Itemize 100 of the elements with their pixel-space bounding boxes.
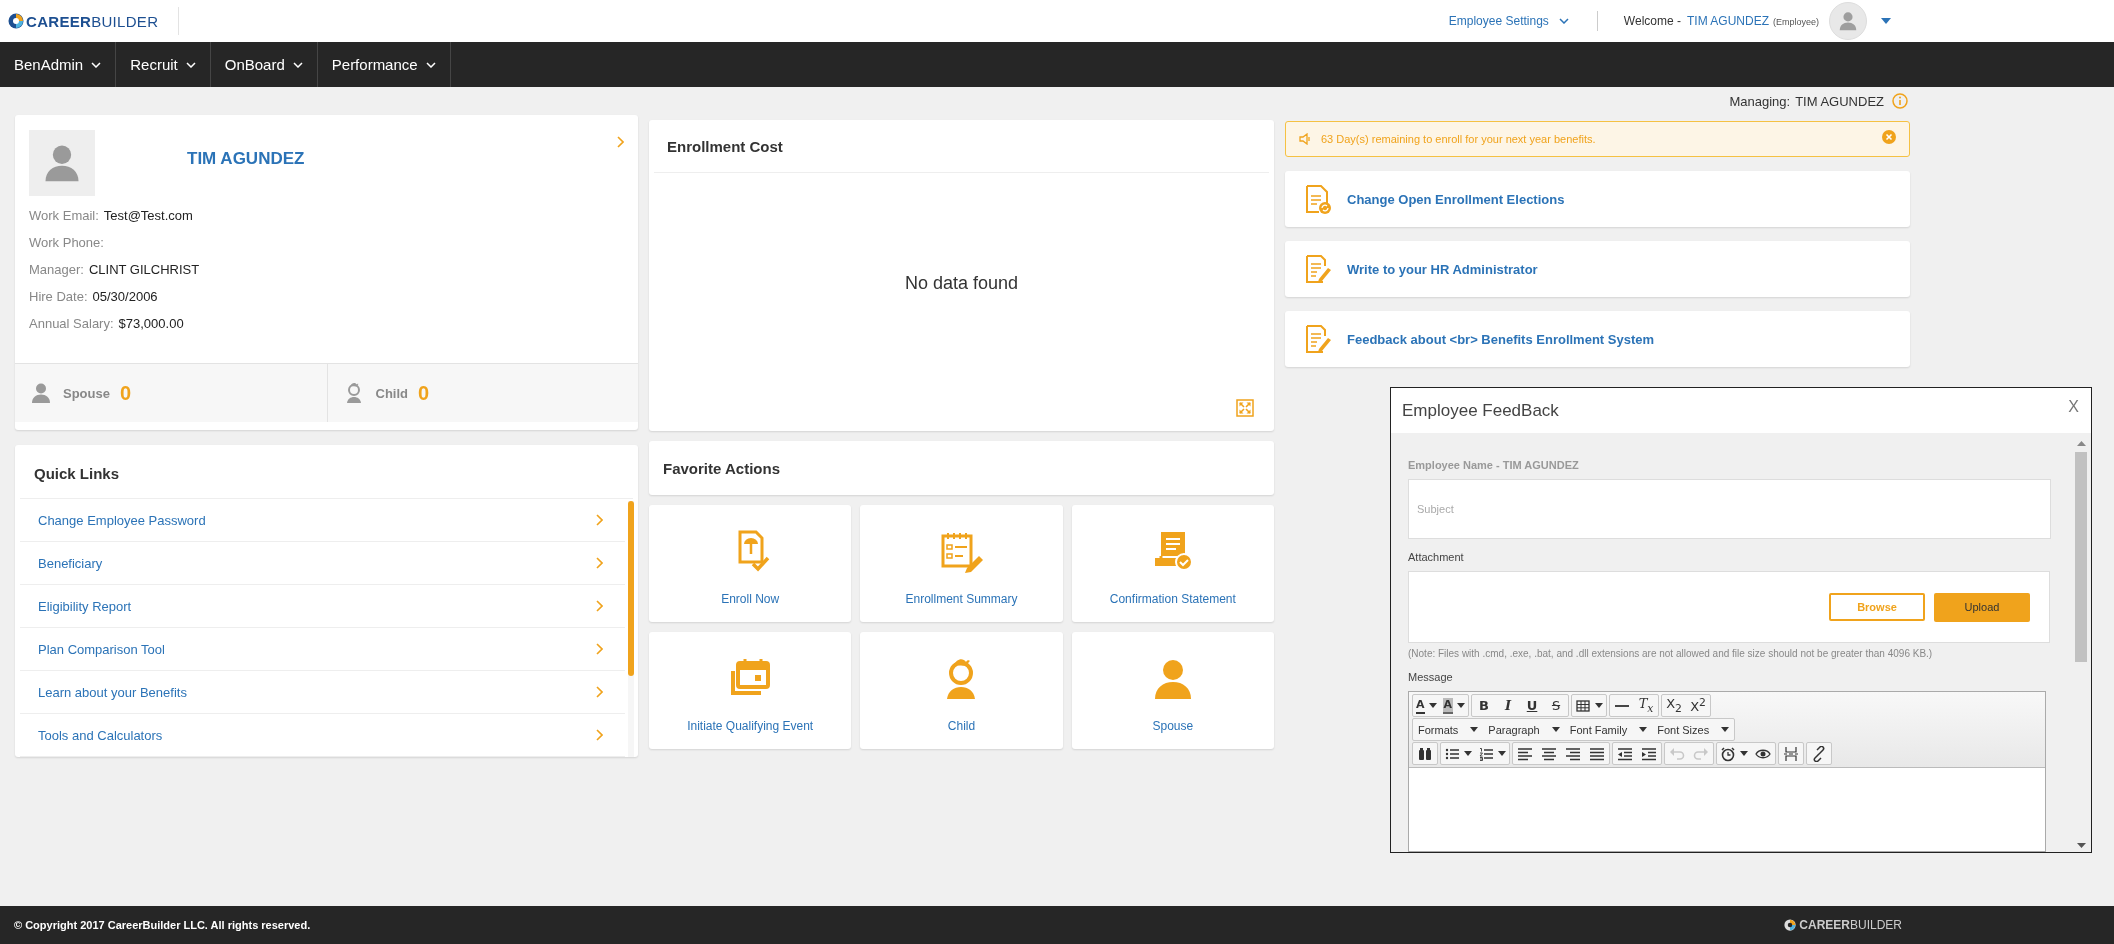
redo-icon (1693, 745, 1709, 762)
align-right-icon (1565, 745, 1581, 762)
field-value: Test@Test.com (103, 208, 193, 223)
scrollbar-thumb[interactable] (628, 501, 634, 676)
dialog-title: Employee FeedBack (1402, 400, 1559, 421)
field-label: Manager: (29, 262, 84, 277)
text-color-button[interactable]: A (1413, 695, 1440, 716)
strikethrough-button[interactable]: S (1544, 695, 1569, 716)
action-tile[interactable]: Enrollment Summary (860, 505, 1063, 622)
chevron-down-icon (425, 61, 436, 68)
logo-icon (1784, 919, 1797, 931)
caret-icon (1721, 727, 1730, 732)
quick-link[interactable]: Change Employee Password (20, 499, 625, 542)
logo-icon (8, 13, 24, 29)
caret-icon (1464, 751, 1472, 756)
scroll-up-arrow-icon (2076, 441, 2086, 446)
field-label: Message (1408, 671, 1454, 683)
quick-link[interactable]: Plan Comparison Tool (20, 628, 625, 671)
quick-link[interactable]: Eligibility Report (20, 585, 625, 628)
speaker-icon (1299, 133, 1313, 145)
caret-icon (1595, 703, 1604, 708)
quick-link[interactable]: Tools and Calculators (20, 714, 625, 757)
bold-button[interactable]: B (1472, 695, 1497, 716)
chevron-right-icon (596, 643, 603, 655)
indent-icon (1641, 745, 1657, 762)
quick-link[interactable]: Learn about your Benefits (20, 671, 625, 714)
action-card-link[interactable]: Write to your HR Administrator (1285, 241, 1910, 297)
field-label: Work Email: (29, 208, 99, 223)
user-avatar[interactable] (1829, 2, 1867, 40)
chevron-down-icon (91, 61, 102, 68)
dropdown-menu[interactable]: Font Sizes (1652, 719, 1735, 740)
outdent-icon (1617, 745, 1633, 762)
subscript-button[interactable]: X$_{2}$ (1662, 695, 1687, 716)
italic-button[interactable]: I (1496, 695, 1521, 716)
justify-icon (1589, 745, 1605, 762)
field-value: 05/30/2006 (92, 289, 158, 304)
upload-button[interactable]: Upload (1934, 592, 2030, 622)
quick-link[interactable]: Beneficiary (20, 542, 625, 585)
nav-menu-item[interactable]: Performance (317, 42, 451, 87)
field-label: Attachment (1408, 551, 1465, 563)
caret-icon (1457, 703, 1466, 708)
align-left-icon (1517, 745, 1533, 762)
card-title: Favorite Actions (663, 459, 780, 477)
caret-icon (1551, 727, 1560, 732)
user-role: (Employee) (1773, 17, 1819, 27)
background-color-button[interactable]: A (1439, 695, 1469, 716)
field-value: CLINT GILCHRIST (88, 262, 200, 277)
close-button[interactable]: X (2068, 397, 2079, 416)
field-label: Work Phone: (29, 235, 104, 250)
action-tile[interactable]: Enroll Now (649, 505, 852, 622)
chevron-right-icon (596, 514, 603, 526)
scrollbar-thumb[interactable] (2075, 452, 2087, 662)
brand-wordmark: CAREERBUILDER (1799, 918, 1902, 932)
horizontal-rule-icon (1615, 704, 1630, 707)
caret-icon (1428, 703, 1437, 708)
settings-menu[interactable]: Employee Settings (1448, 14, 1569, 28)
caret-icon (1470, 727, 1479, 732)
welcome-label: Welcome - (1623, 14, 1681, 28)
dropdown-menu[interactable]: Paragraph (1483, 719, 1565, 740)
attachment-note: (Note: Files with .cmd, .exe, .bat, and .dll extensions are not allowed and file size should not be greater than 4096 KB.) (1408, 648, 1934, 659)
managing-name: TIM AGUNDEZ (1795, 93, 1884, 109)
caret-icon (1740, 751, 1748, 756)
card-title: Enrollment Cost (654, 120, 1269, 173)
employee-name-link[interactable]: TIM AGUNDEZ (187, 149, 305, 169)
dependent-label: Child (375, 385, 408, 401)
person-icon (1837, 10, 1859, 32)
nav-menu-item[interactable]: BenAdmin (0, 42, 117, 87)
field-value: $73,000.00 (118, 316, 184, 331)
dependent-count: 0 (418, 381, 430, 405)
empty-message: No data found (904, 272, 1019, 294)
clear-formatting-button[interactable]: T$_{x}$ (1634, 695, 1659, 716)
dependent-count: 0 (119, 381, 132, 405)
page-break-icon (1783, 745, 1799, 762)
chevron-down-icon (292, 61, 303, 68)
field-label: Hire Date: (29, 289, 88, 304)
notice-text: 63 Day(s) remaining to enroll for your next year benefits. (1321, 133, 1596, 145)
chevron-down-icon (185, 61, 196, 68)
clock-icon (1720, 745, 1736, 762)
nav-menu-item[interactable]: Recruit (116, 42, 211, 87)
superscript-button[interactable]: X$^{2}$ (1686, 695, 1711, 716)
subject-field[interactable]: Subject (1408, 479, 2051, 539)
action-card-link[interactable]: Feedback about <br> Benefits Enrollment System (1285, 311, 1910, 367)
action-tile[interactable]: Confirmation Statement (1071, 505, 1274, 622)
dropdown-menu[interactable]: Formats (1413, 719, 1484, 740)
table-icon (1575, 697, 1592, 714)
caret-icon (1498, 751, 1506, 756)
card-title: Quick Links (20, 445, 633, 499)
align-center-icon (1541, 745, 1557, 762)
field-label: Annual Salary: (29, 316, 114, 331)
action-tile[interactable]: Child (860, 632, 1063, 749)
chevron-right-icon (596, 600, 603, 612)
link-icon (1811, 745, 1827, 762)
chevron-right-icon (596, 686, 603, 698)
underline-button[interactable]: U (1520, 695, 1545, 716)
chevron-right-icon (596, 729, 603, 741)
dropdown-menu[interactable]: Font Family (1564, 719, 1653, 740)
action-tile[interactable]: Spouse (1071, 632, 1274, 749)
action-card-link[interactable]: Change Open Enrollment Elections (1285, 171, 1910, 227)
nav-menu-item[interactable]: OnBoard (210, 42, 318, 87)
action-tile[interactable]: Initiate Qualifying Event (649, 632, 852, 749)
